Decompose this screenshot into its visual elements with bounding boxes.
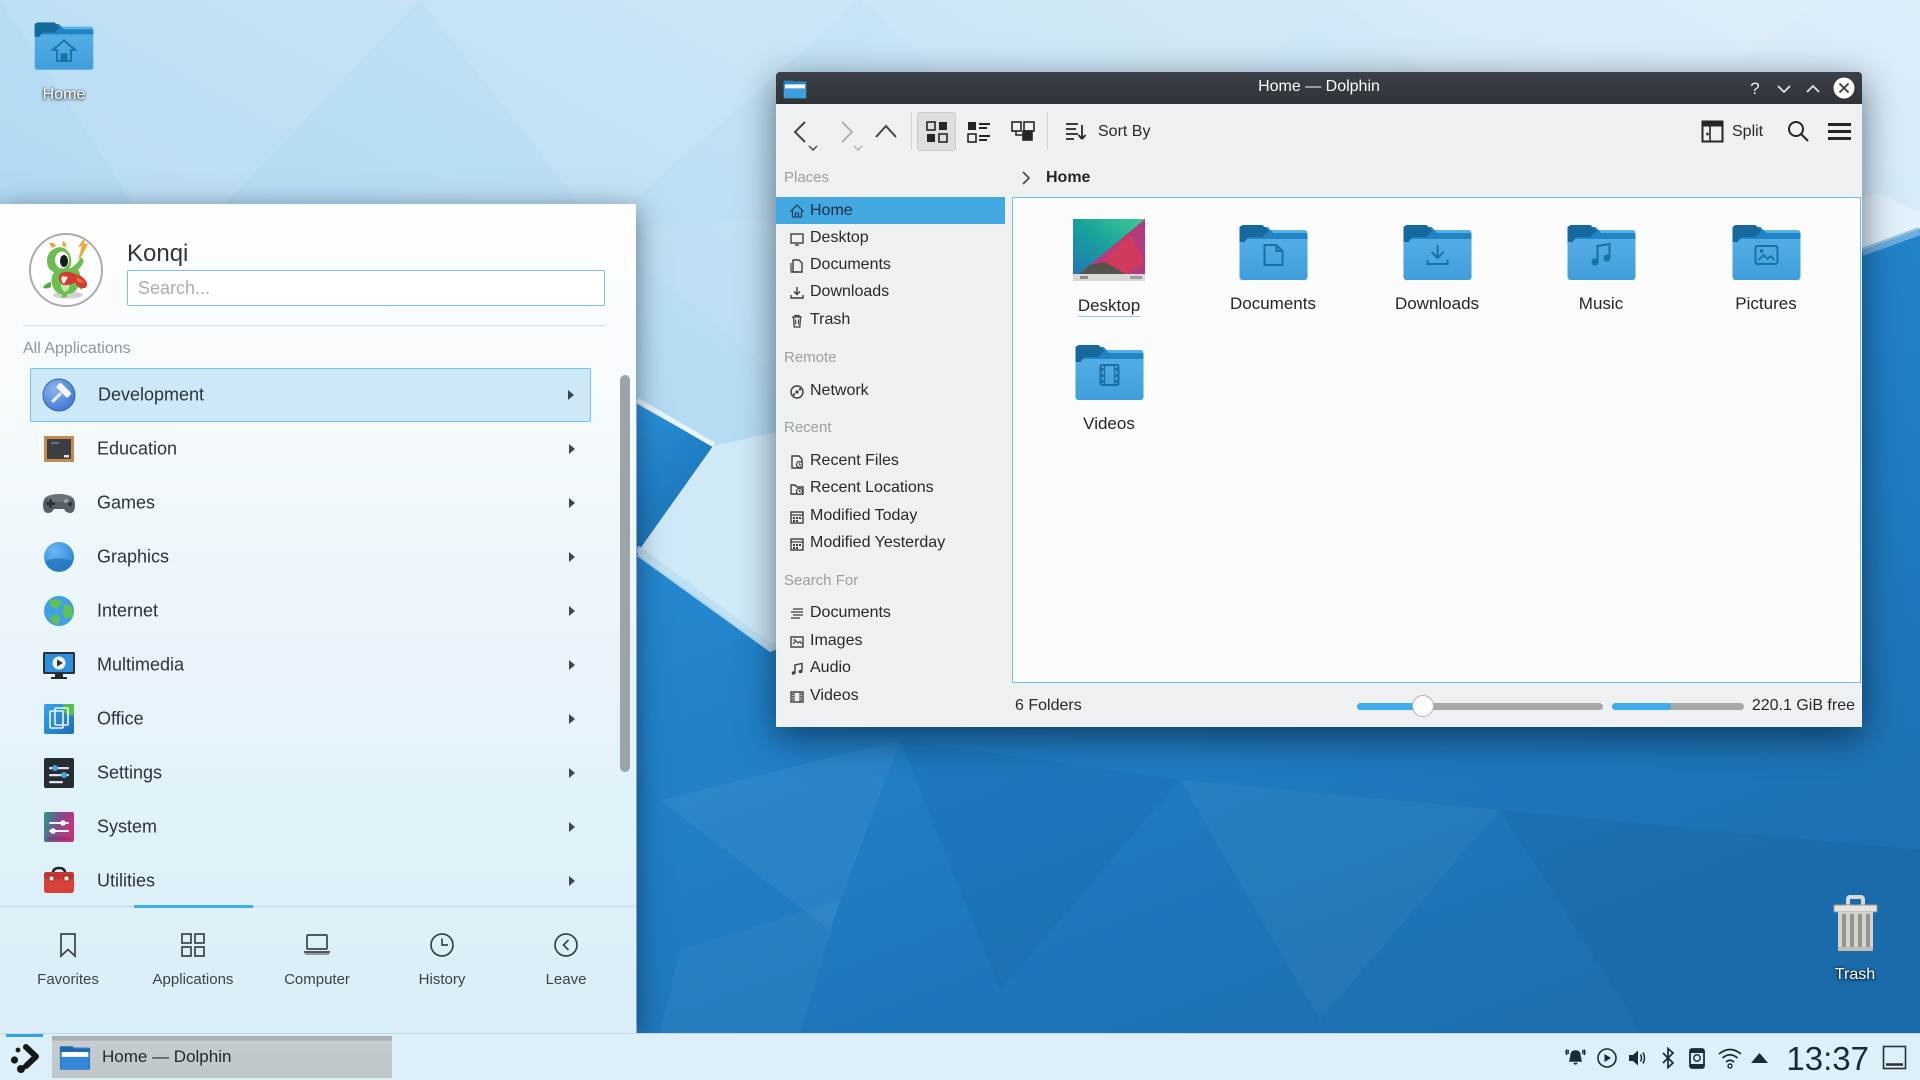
svg-text:?: ? [1750, 79, 1759, 98]
